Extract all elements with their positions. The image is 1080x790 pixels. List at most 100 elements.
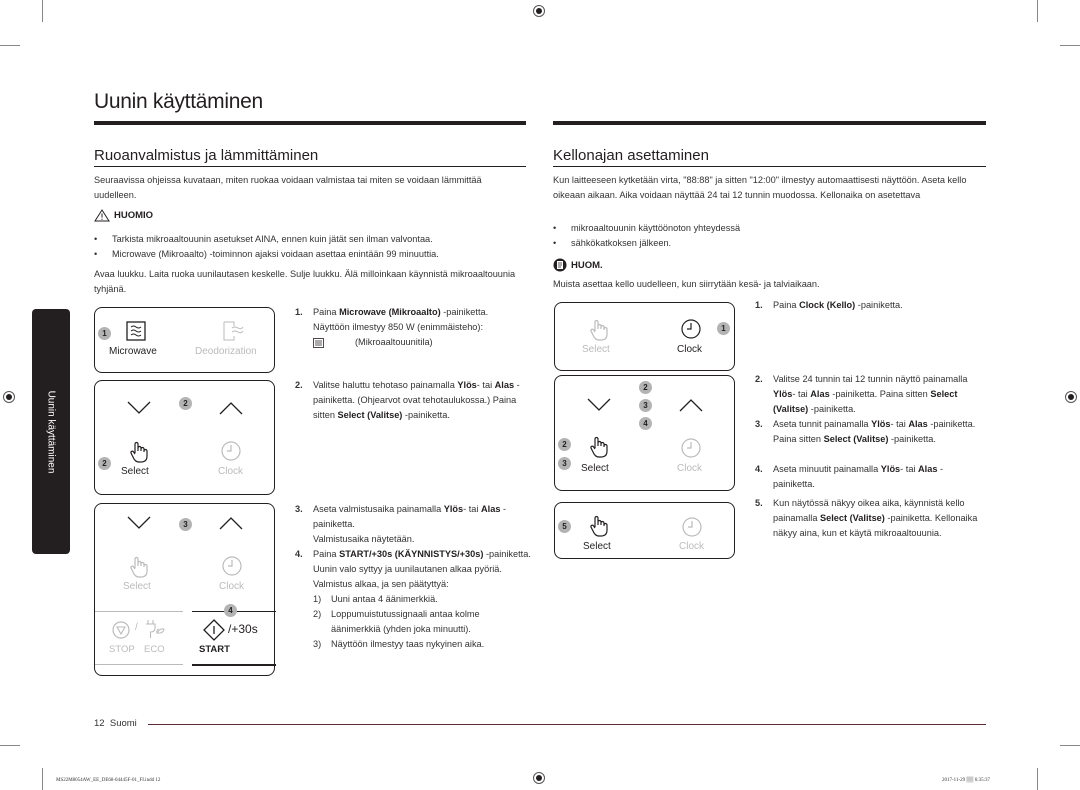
down-arrow-icon[interactable] (127, 516, 151, 530)
stop-icon[interactable] (112, 621, 130, 639)
step-badge: 2 (98, 457, 111, 470)
clock-icon[interactable] (681, 438, 701, 458)
up-arrow-icon[interactable] (219, 401, 243, 415)
up-arrow-icon[interactable] (679, 398, 703, 412)
clock-panel-confirm: 5 Select Clock (554, 502, 735, 559)
start-icon[interactable] (203, 619, 225, 641)
registration-mark-icon (533, 772, 545, 784)
clock-button-label[interactable]: Clock (218, 466, 243, 477)
clock-step-5: 5. Kun näytössä näkyy oikea aika, käynni… (755, 498, 978, 538)
stop-button-label[interactable]: STOP (109, 644, 135, 655)
control-panel-microwave: 1 Microwave Deodorization (94, 307, 275, 373)
print-slug-timestamp: 2017-11-29 ▒▒ 6:35:37 (942, 778, 991, 783)
clock-step-1: 1. Paina Clock (Kello) -painiketta. (755, 300, 903, 310)
select-button-label[interactable]: Select (581, 463, 609, 474)
hand-pointer-icon[interactable] (589, 515, 609, 537)
registration-mark-icon (1065, 391, 1077, 403)
hand-pointer-icon[interactable] (589, 436, 609, 458)
up-arrow-icon[interactable] (219, 516, 243, 530)
print-slug-file: MS22M8054AW_EE_DE68-04445F-01_FI.indd 12 (56, 778, 161, 783)
crop-mark (1037, 768, 1038, 790)
caution-label: HUOMIO (114, 210, 154, 221)
clock-panel-clock: Select Clock 1 (554, 302, 735, 371)
step-badge: 1 (98, 327, 111, 340)
clock-button-label[interactable]: Clock (679, 541, 704, 552)
caution-heading: HUOMIO (94, 209, 153, 222)
plus30-label[interactable]: /+30s (228, 622, 258, 636)
sub-step: 1) Uuni antaa 4 äänimerkkiä. (313, 594, 438, 604)
deodorization-button-label[interactable]: Deodorization (195, 346, 257, 357)
clock-button-label[interactable]: Clock (677, 463, 702, 474)
condition-item: mikroaaltouunin käyttöönoton yhteydessä (553, 221, 986, 236)
side-tab-label: Uunin käyttäminen (45, 390, 57, 473)
caution-item: Tarkista mikroaaltouunin asetukset AINA,… (94, 232, 526, 247)
slash-separator: / (135, 622, 138, 633)
deodorization-icon[interactable] (222, 321, 244, 341)
divider (192, 664, 276, 666)
control-panel-time-start: 3 Select Clock 4 / STOP ECO /+30s START (94, 503, 276, 676)
cooking-step-4: 4. Paina START/+30s (KÄYNNISTYS/+30s) -p… (295, 547, 535, 652)
clock-intro: Kun laitteeseen kytketään virta, "88:88"… (553, 175, 967, 200)
step-badge: 2 (639, 381, 652, 394)
select-button-label[interactable]: Select (582, 344, 610, 355)
select-button-label[interactable]: Select (123, 581, 151, 592)
crop-mark (1037, 0, 1038, 22)
step-badge: 5 (558, 520, 571, 533)
select-button-label[interactable]: Select (583, 541, 611, 552)
cooking-step-3: 3. Aseta valmistusaika painamalla Ylös- … (295, 504, 507, 544)
page-footer: 12 Suomi (94, 718, 137, 729)
caution-list: Tarkista mikroaaltouunin asetukset AINA,… (94, 232, 526, 262)
cooking-step-2: 2. Valitse haluttu tehotaso painamalla Y… (295, 380, 520, 420)
section-rule (94, 166, 526, 167)
select-button-label[interactable]: Select (121, 466, 149, 477)
crop-mark (0, 745, 20, 746)
clock-icon[interactable] (222, 556, 242, 576)
microwave-icon[interactable] (126, 321, 146, 341)
page-number: 12 (94, 718, 105, 729)
page-title: Uunin käyttäminen (94, 90, 263, 113)
microwave-mode-icon (313, 338, 324, 348)
start-button-label[interactable]: START (199, 644, 230, 655)
sub-step: 2) Loppumuistutussignaali antaa kolme ään… (313, 609, 480, 634)
note-icon (553, 258, 567, 272)
registration-mark-icon (533, 5, 545, 17)
eco-plug-icon[interactable] (145, 619, 167, 639)
note-heading: HUOM. (553, 258, 603, 272)
step-badge: 4 (224, 604, 237, 617)
note-text: Muista asettaa kello uudelleen, kun siir… (553, 279, 820, 289)
microwave-button-label[interactable]: Microwave (109, 346, 157, 357)
step-badge: 4 (639, 417, 652, 430)
clock-icon[interactable] (681, 319, 701, 339)
section-title-cooking: Ruoanvalmistus ja lämmittäminen (94, 147, 319, 164)
crop-mark (1060, 45, 1080, 46)
caution-item: Microwave (Mikroaalto) -toiminnon ajaksi… (94, 247, 526, 262)
title-rule-left (94, 121, 526, 125)
note-label: HUOM. (571, 259, 603, 271)
condition-item: sähkökatkoksen jälkeen. (553, 236, 986, 251)
hand-pointer-icon[interactable] (129, 441, 149, 463)
clock-button-label[interactable]: Clock (219, 581, 244, 592)
title-rule-right (553, 121, 986, 125)
step-badge: 2 (179, 397, 192, 410)
clock-icon[interactable] (221, 441, 241, 461)
section-rule (553, 166, 986, 167)
crop-mark (0, 45, 20, 46)
hand-pointer-icon[interactable] (129, 556, 149, 578)
eco-button-label[interactable]: ECO (144, 644, 165, 655)
hand-pointer-icon[interactable] (589, 319, 609, 341)
down-arrow-icon[interactable] (127, 401, 151, 415)
warning-triangle-icon (94, 209, 110, 222)
crop-mark (42, 0, 43, 22)
step-badge: 3 (179, 518, 192, 531)
sub-step: 3) Näyttöön ilmestyy taas nykyinen aika. (313, 639, 485, 649)
clock-step-2: 2. Valitse 24 tunnin tai 12 tunnin näytt… (755, 374, 968, 414)
cooking-intro: Seuraavissa ohjeissa kuvataan, miten ruo… (94, 175, 482, 200)
cooking-instruction: Avaa luukku. Laita ruoka uunilautasen ke… (94, 269, 516, 294)
clock-icon[interactable] (682, 517, 702, 537)
down-arrow-icon[interactable] (587, 398, 611, 412)
registration-mark-icon (3, 391, 15, 403)
clock-conditions-list: mikroaaltouunin käyttöönoton yhteydessä … (553, 221, 986, 251)
clock-panel-set: 2 3 4 2 3 Select Clock (554, 375, 735, 491)
page-language: Suomi (109, 718, 137, 729)
clock-button-label[interactable]: Clock (677, 344, 702, 355)
